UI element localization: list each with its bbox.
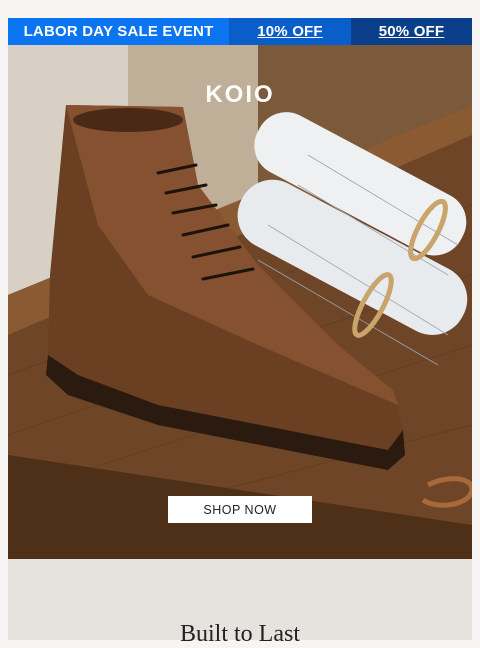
offer-50-link[interactable]: 50% OFF — [351, 18, 472, 45]
content-section: Built to Last — [8, 559, 472, 647]
brand-logo[interactable]: KOIO — [8, 81, 472, 109]
offer-10-link[interactable]: 10% OFF — [229, 18, 351, 45]
boot-illustration — [8, 45, 472, 559]
sale-event-label[interactable]: LABOR DAY SALE EVENT — [8, 18, 229, 45]
promo-banner: LABOR DAY SALE EVENT 10% OFF 50% OFF — [8, 18, 472, 45]
shop-now-button[interactable]: SHOP NOW — [168, 496, 312, 523]
section-heading: Built to Last — [180, 621, 300, 647]
hero-image[interactable]: KOIO SHOP NOW — [8, 45, 472, 559]
